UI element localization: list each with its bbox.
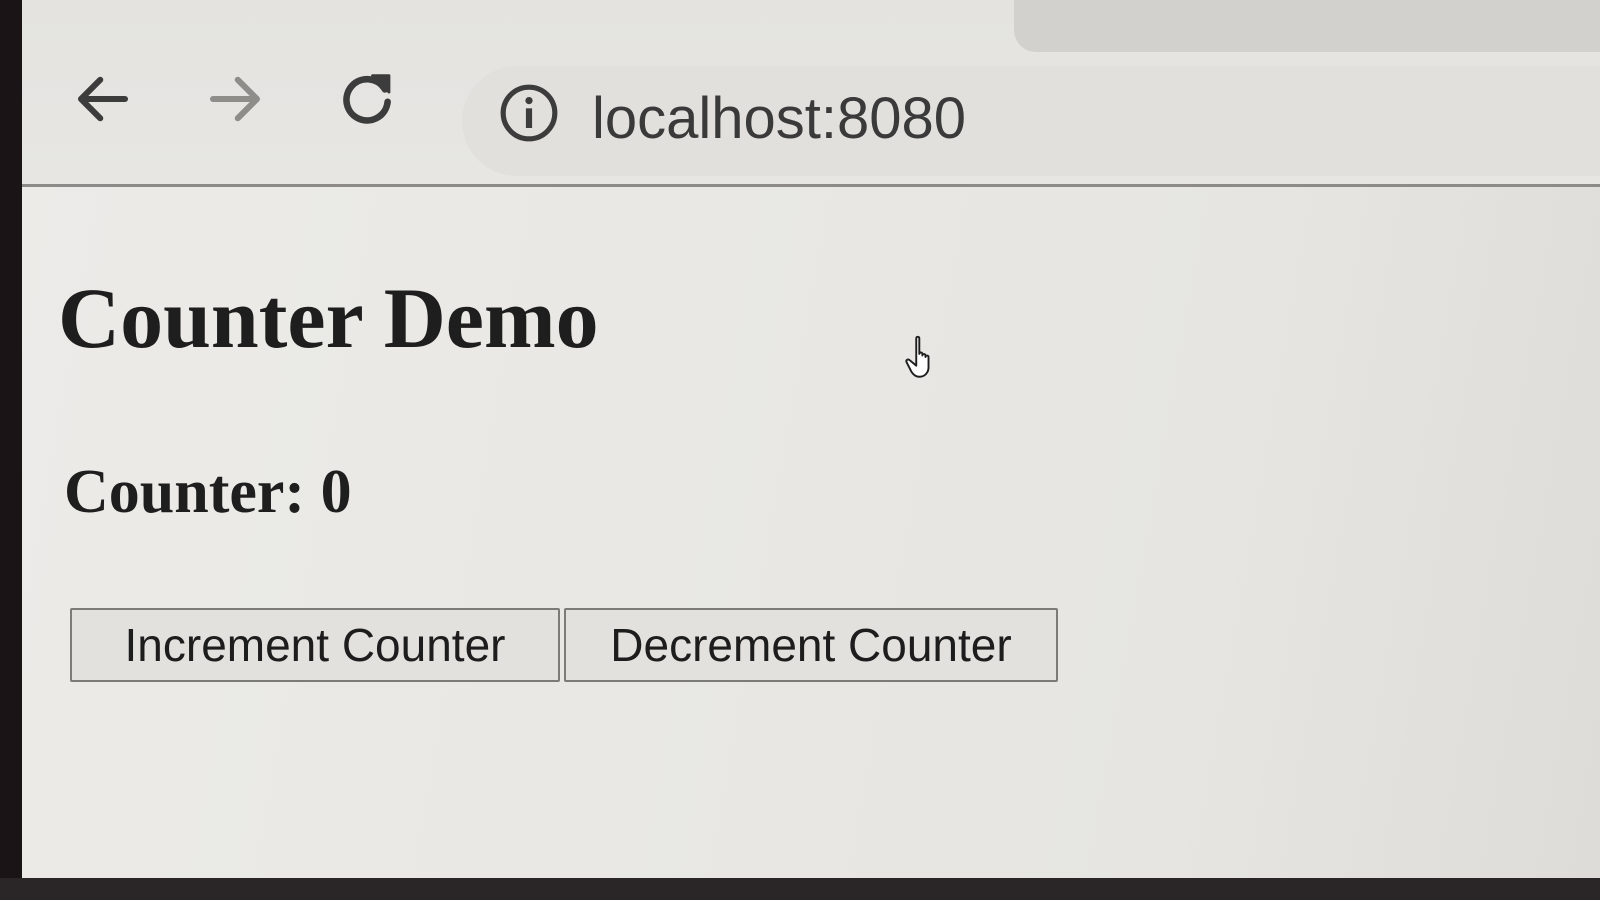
forward-button[interactable] <box>198 62 272 136</box>
info-icon[interactable] <box>498 82 560 144</box>
decrement-counter-button[interactable]: Decrement Counter <box>564 608 1058 682</box>
back-button[interactable] <box>66 62 140 136</box>
page-title: Counter Demo <box>58 270 599 366</box>
arrow-right-icon <box>209 76 261 122</box>
browser-toolbar: localhost:8080 <box>22 0 1600 187</box>
browser-window: localhost:8080 Counter Demo Counter: 0 I… <box>22 0 1600 878</box>
counter-display: Counter: 0 <box>64 458 352 526</box>
bottom-edge <box>0 878 1600 900</box>
increment-counter-button[interactable]: Increment Counter <box>70 608 560 682</box>
arrow-left-icon <box>77 76 129 122</box>
reload-button[interactable] <box>330 62 404 136</box>
tab-strip <box>1014 0 1600 52</box>
reload-icon <box>343 74 391 124</box>
hand-pointer-icon <box>905 335 930 378</box>
url-text[interactable]: localhost:8080 <box>592 84 966 154</box>
